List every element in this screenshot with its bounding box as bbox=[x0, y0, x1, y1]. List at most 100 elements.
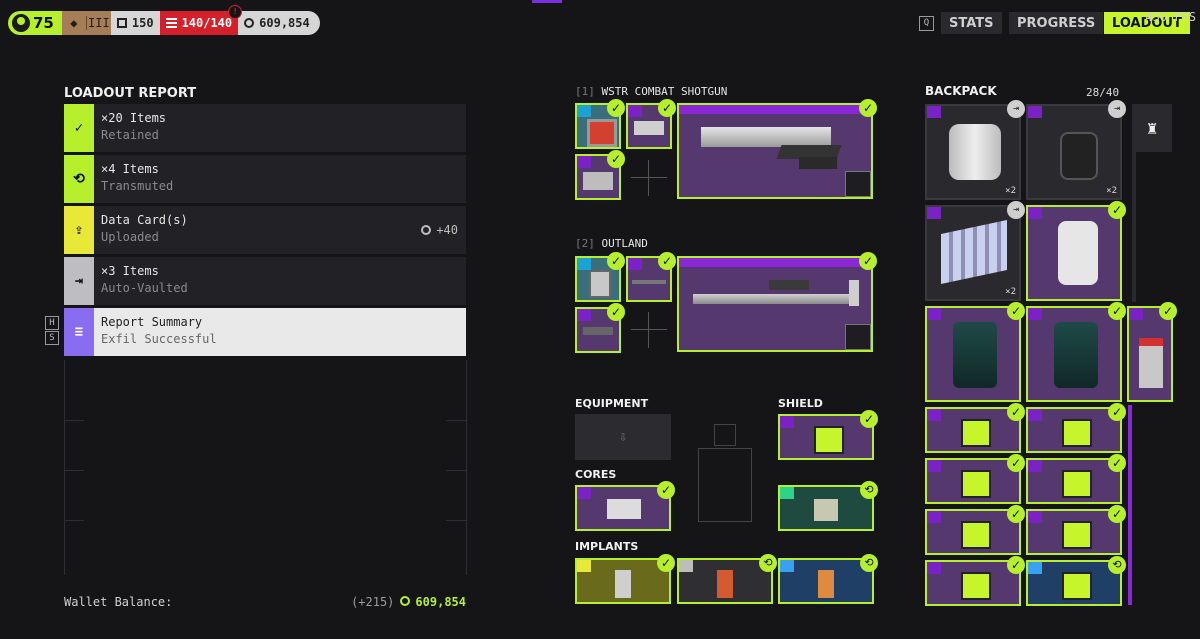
fps-counter: 430 FPS bbox=[1145, 10, 1196, 24]
transmute-icon: ⟲ bbox=[64, 155, 94, 203]
implant-icon bbox=[615, 570, 631, 598]
mod-icon bbox=[632, 280, 666, 284]
check-icon[interactable]: ✓ bbox=[859, 99, 877, 117]
backpack-item-backpack-b[interactable]: ✓ bbox=[1026, 302, 1126, 402]
capacity-indicator: 140/140 ! bbox=[159, 5, 243, 35]
rifle-icon bbox=[693, 294, 857, 304]
check-icon[interactable]: ✓ bbox=[1159, 302, 1177, 320]
implant-slot-2[interactable]: ⟲ bbox=[677, 554, 777, 604]
check-icon[interactable]: ✓ bbox=[607, 99, 625, 117]
check-icon[interactable]: ✓ bbox=[658, 99, 676, 117]
check-icon[interactable]: ✓ bbox=[607, 252, 625, 270]
check-icon[interactable]: ✓ bbox=[1108, 201, 1126, 219]
weapon-2-slot[interactable]: ✓ bbox=[677, 252, 877, 352]
backpack-count: 28/40 bbox=[1086, 86, 1120, 99]
tab-stats[interactable]: STATS bbox=[941, 12, 1002, 34]
weapon-1-mod-optic[interactable]: ✓ bbox=[575, 99, 625, 149]
character-view-button[interactable]: ♜ bbox=[1132, 104, 1172, 152]
frame-tick bbox=[64, 420, 84, 421]
device-icon bbox=[1060, 132, 1098, 180]
pill-sheet-icon bbox=[941, 219, 1007, 285]
backpack-item-shield[interactable]: ✓ bbox=[925, 505, 1025, 555]
report-row-retained[interactable]: ✓ ×20 Items Retained bbox=[64, 104, 466, 152]
wallet-delta: (+215) bbox=[351, 595, 395, 609]
backpack-item-shield[interactable]: ✓ bbox=[1026, 454, 1126, 504]
weapon-2-mod-barrel[interactable]: ✓ bbox=[626, 252, 676, 302]
shield-icon bbox=[1062, 521, 1092, 549]
empty-mod-slot[interactable] bbox=[631, 160, 667, 196]
backpack-item-device[interactable]: ⇥ ×2 bbox=[1026, 100, 1126, 200]
transmute-icon[interactable]: ⟲ bbox=[1108, 556, 1126, 574]
transmute-icon[interactable]: ⟲ bbox=[860, 554, 878, 572]
vault-icon[interactable]: ⇥ bbox=[1108, 100, 1126, 118]
frame-tick bbox=[446, 420, 466, 421]
weapon-2-mod-magazine[interactable]: ✓ bbox=[575, 303, 625, 353]
report-row-data-cards[interactable]: ⇪ Data Card(s) Uploaded +40 bbox=[64, 206, 466, 254]
core-slot-transmuted[interactable]: ⟲ bbox=[778, 481, 878, 531]
check-icon[interactable]: ✓ bbox=[607, 150, 625, 168]
wallet-label: Wallet Balance: bbox=[64, 595, 173, 609]
report-row-transmuted[interactable]: ⟲ ×4 Items Transmuted bbox=[64, 155, 466, 203]
implants-heading: IMPLANTS bbox=[575, 540, 639, 553]
backpack-item-shield[interactable]: ✓ bbox=[925, 403, 1025, 453]
backpack-item-shield[interactable]: ✓ bbox=[1026, 403, 1126, 453]
transmute-icon[interactable]: ⟲ bbox=[860, 481, 878, 499]
report-list: ✓ ×20 Items Retained ⟲ ×4 Items Transmuted… bbox=[64, 104, 466, 359]
implant-slot-3[interactable]: ⟲ bbox=[778, 554, 878, 604]
weapon-1-mod-magazine[interactable]: ✓ bbox=[575, 150, 625, 200]
mod-icon bbox=[587, 119, 617, 147]
report-row-title: Report Summary bbox=[101, 315, 203, 329]
check-icon[interactable]: ✓ bbox=[657, 554, 675, 572]
backpack-item-backpack-a[interactable]: ✓ bbox=[925, 302, 1025, 402]
check-icon[interactable]: ✓ bbox=[860, 410, 878, 428]
backpack-item-shield-transmuted[interactable]: ⟲ bbox=[1026, 556, 1126, 606]
check-icon[interactable]: ✓ bbox=[658, 252, 676, 270]
backpack-item-cells[interactable]: ⇥ ×2 bbox=[925, 100, 1025, 200]
tab-progress[interactable]: PROGRESS bbox=[1009, 12, 1104, 34]
shield-icon bbox=[1062, 572, 1092, 600]
check-icon[interactable]: ✓ bbox=[1007, 302, 1025, 320]
check-icon[interactable]: ✓ bbox=[859, 252, 877, 270]
empty-mod-slot[interactable] bbox=[631, 312, 667, 348]
check-icon[interactable]: ✓ bbox=[1108, 454, 1126, 472]
backpack-item-shield[interactable]: ✓ bbox=[925, 454, 1025, 504]
check-icon[interactable]: ✓ bbox=[1007, 403, 1025, 421]
backpack-scrollbar[interactable] bbox=[1128, 405, 1132, 605]
backpack-item-pills[interactable]: ⇥ ×2 bbox=[925, 201, 1025, 301]
check-icon[interactable]: ✓ bbox=[657, 481, 675, 499]
equipment-slot[interactable]: ⇩ bbox=[575, 414, 671, 460]
core-slot[interactable]: ✓ bbox=[575, 481, 675, 531]
check-icon[interactable]: ✓ bbox=[607, 303, 625, 321]
wallet-amount: 609,854 bbox=[415, 595, 466, 609]
shield-slot[interactable]: ✓ bbox=[778, 410, 878, 460]
vault-icon[interactable]: ⇥ bbox=[1007, 201, 1025, 219]
check-icon[interactable]: ✓ bbox=[1007, 505, 1025, 523]
report-row-summary[interactable]: ≡ Report Summary Exfil Successful bbox=[64, 308, 466, 356]
mod-icon bbox=[589, 270, 611, 298]
shield-icon bbox=[1062, 419, 1092, 447]
report-row-auto-vaulted[interactable]: ⇥ ×3 Items Auto-Vaulted bbox=[64, 257, 466, 305]
check-icon[interactable]: ✓ bbox=[1108, 403, 1126, 421]
weapon-1-slot[interactable]: ✓ bbox=[677, 99, 877, 199]
credits-icon bbox=[244, 18, 255, 28]
vault-icon[interactable]: ⇥ bbox=[1007, 100, 1025, 118]
implant-slot-1[interactable]: ✓ bbox=[575, 554, 675, 604]
check-icon[interactable]: ✓ bbox=[1007, 556, 1025, 574]
weapon-2-mod-optic[interactable]: ✓ bbox=[575, 252, 625, 302]
check-icon[interactable]: ✓ bbox=[1108, 505, 1126, 523]
check-icon[interactable]: ✓ bbox=[1108, 302, 1126, 320]
implant-icon bbox=[717, 570, 733, 598]
frame-tick bbox=[446, 470, 466, 471]
backpack-item-shield[interactable]: ✓ bbox=[925, 556, 1025, 606]
backpack-item-armor[interactable]: ✓ bbox=[1026, 201, 1126, 301]
backpack-item-partial[interactable]: ✓ bbox=[1127, 302, 1177, 402]
weapon-1-mod-barrel[interactable]: ✓ bbox=[626, 99, 676, 149]
backpack-item-shield[interactable]: ✓ bbox=[1026, 505, 1126, 555]
shield-icon bbox=[814, 426, 844, 454]
credits-display: 609,854 bbox=[238, 11, 320, 35]
report-row-subtitle: Uploaded bbox=[101, 230, 159, 244]
vault-icon bbox=[116, 18, 127, 28]
check-icon[interactable]: ✓ bbox=[1007, 454, 1025, 472]
transmute-icon[interactable]: ⟲ bbox=[759, 554, 777, 572]
mod-icon bbox=[583, 172, 613, 190]
